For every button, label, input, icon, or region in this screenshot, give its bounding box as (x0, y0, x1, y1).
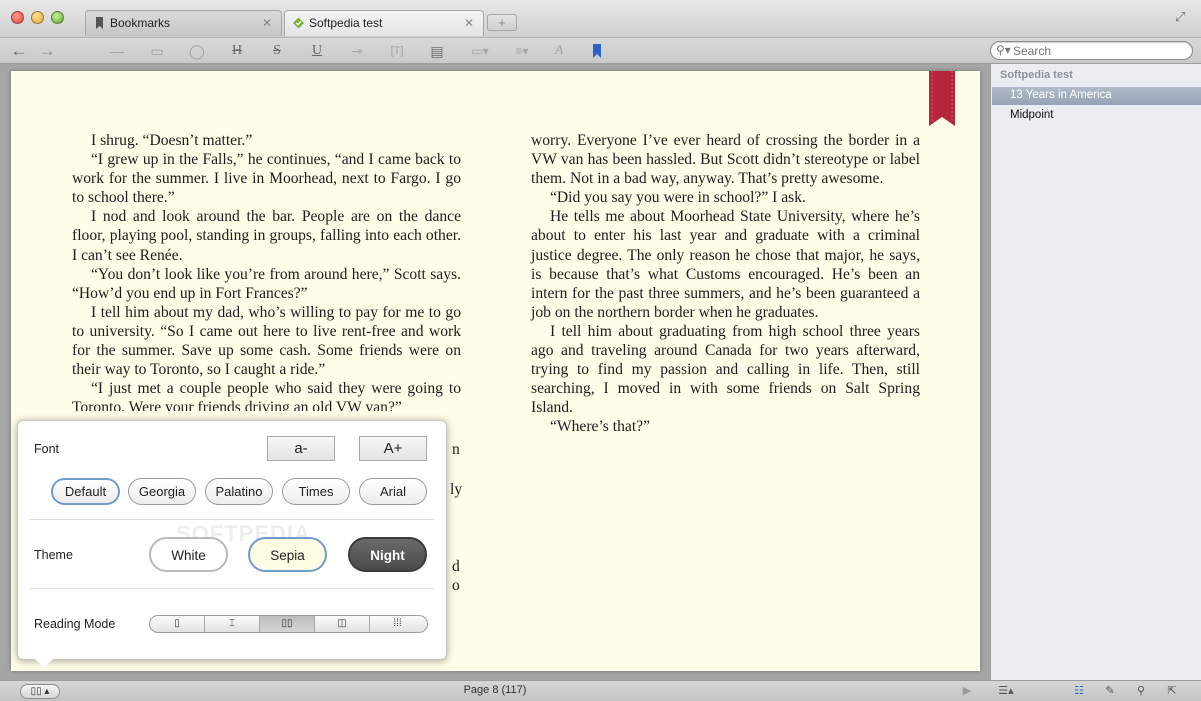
bookmarks-sidebar: Softpedia test 13 Years in America Midpo… (990, 64, 1201, 680)
divider (29, 519, 434, 520)
fullscreen-icon[interactable]: ⤢ (1175, 10, 1189, 24)
forward-button[interactable]: → (37, 41, 57, 61)
book-paragraph: worry. Everyone I’ve ever heard of cross… (531, 132, 920, 188)
single-page-icon[interactable]: ▯ (150, 616, 205, 632)
decrease-font-button[interactable]: a- (267, 436, 335, 461)
tab-label: Softpedia test (309, 16, 383, 30)
back-button[interactable]: ← (9, 41, 29, 61)
bookmark-icon (96, 17, 103, 29)
zoom-window-button[interactable] (51, 11, 64, 24)
line-tool-icon[interactable]: — (107, 41, 127, 61)
rectangle-tool-icon[interactable]: ▭ (147, 41, 167, 61)
tab-softpedia-test[interactable]: Softpedia test ✕ (284, 10, 484, 36)
strikethrough-tool-icon[interactable]: S (267, 41, 287, 61)
increase-font-button[interactable]: A+ (359, 436, 427, 461)
divider (29, 588, 434, 589)
outline-menu-icon[interactable]: ☰▴ (996, 684, 1016, 699)
theme-night-button[interactable]: Night (348, 537, 427, 572)
text-fragment: d (452, 558, 460, 575)
list-view-icon[interactable]: ☷ (1071, 684, 1087, 699)
underline-tool-icon[interactable]: U (307, 41, 327, 61)
right-column: worry. Everyone I’ve ever heard of cross… (531, 131, 920, 437)
close-tab-icon[interactable]: ✕ (462, 16, 476, 30)
font-label: Font (34, 442, 60, 456)
book-paragraph: “Where’s that?” (550, 418, 650, 436)
font-georgia-button[interactable]: Georgia (128, 478, 196, 505)
grid-icon[interactable]: ⁞⁞⁞ (370, 616, 425, 632)
font-arial-button[interactable]: Arial (359, 478, 427, 505)
text-fragment: o (452, 577, 460, 594)
search-icon: ⚲▾ (996, 43, 1011, 57)
toolbar: ← → — ▭ ◯ H S U ⊸ [T] ▤ ▭▾ ≡▾ A ⚲▾ (0, 38, 1201, 64)
book-paragraph: “Did you say you were in school?” I ask. (550, 189, 806, 207)
title-bar: Bookmarks ✕ Softpedia test ✕ + ⤢ (0, 0, 1201, 38)
book-paragraph: “I grew up in the Falls,” he continues, … (72, 151, 461, 207)
reading-mode-label: Reading Mode (34, 617, 116, 631)
left-column: I shrug. “Doesn’t matter.” “I grew up in … (72, 131, 461, 411)
search-icon[interactable]: ⚲ (1133, 684, 1149, 699)
text-fragment: n (452, 441, 460, 458)
oval-tool-icon[interactable]: ◯ (187, 41, 207, 61)
softpedia-icon (293, 17, 304, 29)
bookmark-tool-icon[interactable] (589, 41, 605, 61)
book-paragraph: I tell him about graduating from high sc… (531, 322, 920, 417)
note-tool-icon[interactable]: ▤ (427, 41, 447, 61)
bookmark-ribbon-icon[interactable] (929, 71, 955, 126)
search-input[interactable] (1013, 43, 1183, 58)
link-tool-icon[interactable]: ⊸ (347, 41, 367, 61)
book-paragraph: I tell him about my dad, who’s willing t… (72, 303, 461, 379)
status-bar: ▯▯ ▴ Page 8 (117) ▶ ☰▴ ☷ ✎ ⚲ ⇱ (0, 680, 1201, 701)
export-icon[interactable]: ⇱ (1164, 684, 1180, 699)
reading-mode-segmented-control: ▯ ⌶ ▯▯ ◫ ⁞⁞⁞ (149, 615, 428, 633)
sidebar-item-midpoint[interactable]: Midpoint (992, 107, 1201, 125)
tab-label: Bookmarks (110, 16, 171, 30)
scroll-page-icon[interactable]: ⌶ (205, 616, 260, 632)
tab-bookmarks[interactable]: Bookmarks ✕ (85, 10, 282, 36)
close-window-button[interactable] (11, 11, 24, 24)
font-default-button[interactable]: Default (51, 478, 120, 505)
book-paragraph: He tells me about Moorhead State Univers… (531, 208, 920, 321)
two-page-icon[interactable]: ▯▯ (260, 616, 315, 632)
close-tab-icon[interactable]: ✕ (260, 16, 274, 30)
search-field[interactable]: ⚲▾ (990, 41, 1193, 60)
theme-label: Theme (34, 548, 73, 562)
font-times-button[interactable]: Times (282, 478, 350, 505)
line-style-menu-icon[interactable]: ≡▾ (509, 41, 535, 61)
next-page-icon[interactable]: ▶ (960, 684, 974, 699)
book-paragraph: I nod and look around the bar. People ar… (72, 208, 461, 264)
text-box-tool-icon[interactable]: [T] (387, 41, 407, 61)
theme-sepia-button[interactable]: Sepia (248, 537, 327, 572)
book-paragraph: “You don’t look like you’re from around … (72, 265, 461, 302)
book-spread-icon[interactable]: ◫ (315, 616, 370, 632)
text-fragment: ly (450, 481, 463, 498)
font-tool-icon[interactable]: A (549, 41, 569, 61)
shape-menu-icon[interactable]: ▭▾ (467, 41, 493, 61)
page-number-label: Page 8 (117) (463, 684, 527, 696)
sidebar-heading: Softpedia test (1000, 69, 1073, 81)
minimize-window-button[interactable] (31, 11, 44, 24)
font-palatino-button[interactable]: Palatino (205, 478, 273, 505)
book-paragraph: I shrug. “Doesn’t matter.” (91, 132, 253, 149)
book-paragraph: “I just met a couple people who said the… (72, 380, 461, 411)
new-tab-button[interactable]: + (487, 14, 517, 31)
view-settings-popover: SOFTPEDIA Font a- A+ Default Georgia Pal… (17, 420, 447, 668)
sidebar-item-13-years-in-america[interactable]: 13 Years in America (992, 87, 1201, 105)
popover-arrow (35, 659, 53, 668)
highlight-tool-icon[interactable]: H (227, 41, 247, 61)
theme-white-button[interactable]: White (149, 537, 228, 572)
edit-note-icon[interactable]: ✎ (1102, 684, 1118, 699)
